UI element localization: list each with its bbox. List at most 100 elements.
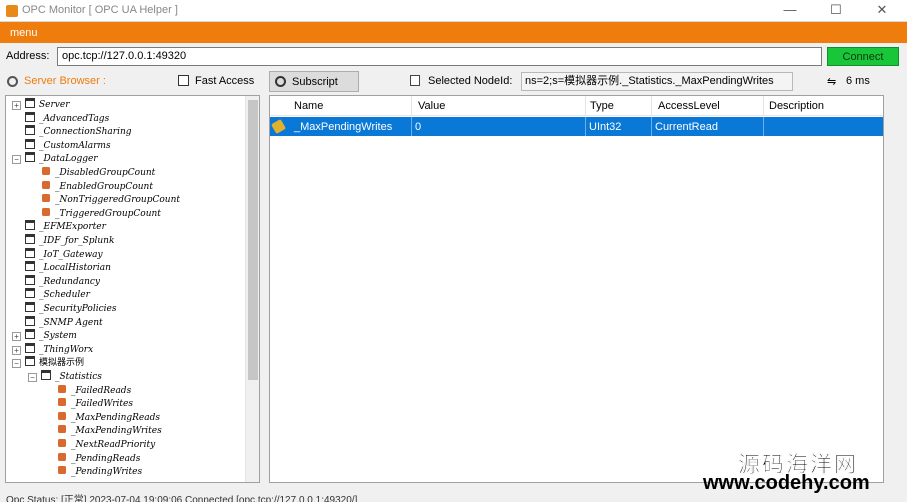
folder-icon (25, 138, 35, 149)
tree-item[interactable]: _PendingReads (44, 452, 140, 465)
tree-item[interactable]: _IDF_for_Splunk (12, 234, 114, 247)
column-header-type[interactable]: Type (590, 100, 614, 112)
tree-item[interactable]: _Redundancy (12, 274, 101, 288)
address-input[interactable]: opc.tcp://127.0.0.1:49320 (57, 47, 822, 66)
expand-toggle-icon[interactable]: − (12, 155, 21, 165)
tag-icon (58, 452, 66, 461)
folder-icon (25, 288, 35, 299)
minimize-button[interactable]: — (767, 0, 813, 22)
column-header-value[interactable]: Value (418, 100, 445, 112)
tree-item[interactable]: − _Statistics (28, 370, 102, 383)
tree-item-label: _Redundancy (39, 276, 101, 287)
tree-item[interactable]: _CustomAlarms (12, 138, 111, 152)
tree-item-label: _SNMP Agent (39, 317, 103, 328)
column-header-accesslevel[interactable]: AccessLevel (658, 100, 720, 112)
cell-divider (585, 117, 586, 136)
folder-icon (25, 356, 35, 367)
expand-toggle-icon[interactable]: − (28, 373, 37, 382)
tree-item[interactable]: + Server (12, 98, 70, 111)
menu-item[interactable]: menu (10, 27, 38, 39)
menu-bar: menu (0, 22, 907, 43)
tree-item-label: _SecurityPolicies (39, 304, 117, 314)
tree-item-label: _TriggeredGroupCount (55, 208, 161, 219)
maximize-button[interactable]: ☐ (813, 0, 859, 22)
tree-item[interactable]: _MaxPendingWrites (44, 424, 162, 437)
tree-item[interactable]: _MaxPendingReads (44, 411, 160, 424)
cell-name: _MaxPendingWrites (294, 121, 393, 133)
tree-item[interactable]: _TriggeredGroupCount (28, 207, 161, 220)
close-button[interactable]: ✕ (859, 0, 905, 22)
expand-toggle-icon[interactable]: + (12, 101, 21, 110)
tree-item[interactable]: _PendingWrites (44, 465, 142, 478)
latency-value: 6 ms (846, 75, 870, 87)
tree-item[interactable]: _SNMP Agent (12, 315, 103, 329)
expand-toggle-icon[interactable]: + (12, 345, 21, 355)
column-divider (585, 96, 586, 115)
tree-item[interactable]: _NonTriggeredGroupCount (28, 193, 180, 206)
expand-toggle-icon[interactable]: + (12, 332, 21, 342)
cell-divider (651, 117, 652, 136)
server-browser-label: Server Browser : (24, 75, 106, 87)
folder-icon (25, 220, 35, 231)
connect-button[interactable]: Connect (827, 47, 899, 66)
title-bar: OPC Monitor [ OPC UA Helper ] — ☐ ✕ (0, 0, 907, 22)
tree-item[interactable]: + _System (12, 329, 77, 342)
tree-item-label: _FailedWrites (71, 399, 133, 410)
tree-item[interactable]: _LocalHistorian (12, 261, 111, 274)
selected-nodeid-field[interactable]: ns=2;s=模拟器示例._Statistics._MaxPendingWrit… (521, 72, 793, 91)
tree-item[interactable]: _ConnectionSharing (12, 125, 132, 138)
tree-item-label: _EFMExporter (39, 222, 106, 233)
tree-item[interactable]: + _ThingWorx (12, 342, 93, 356)
tree-item[interactable]: _Scheduler (12, 288, 90, 301)
cell-divider (763, 117, 764, 136)
column-header-description[interactable]: Description (769, 100, 824, 112)
tree-scrollbar[interactable] (245, 96, 259, 482)
tree-scroll-thumb[interactable] (248, 100, 258, 380)
tree-item-label: _IoT_Gateway (39, 249, 103, 260)
tree-item[interactable]: _EFMExporter (12, 220, 106, 233)
tree-item[interactable]: _IoT_Gateway (12, 247, 103, 261)
copy-icon[interactable] (410, 75, 420, 86)
tree-item[interactable]: − _DataLogger (12, 152, 98, 165)
folder-icon (25, 111, 35, 122)
watermark-url: www.codehy.com (703, 472, 870, 494)
subscript-button[interactable]: Subscript (269, 71, 359, 92)
folder-icon (25, 302, 35, 312)
column-divider (763, 96, 764, 115)
subscription-grid[interactable]: Name Value Type AccessLevel Description … (269, 95, 884, 483)
fast-access-checkbox[interactable] (178, 75, 189, 86)
tree-item-label: _DisabledGroupCount (55, 168, 156, 178)
folder-icon (25, 234, 35, 244)
tree-item[interactable]: _AdvancedTags (12, 111, 109, 125)
fast-access-label[interactable]: Fast Access (195, 75, 254, 87)
tree-item[interactable]: _EnabledGroupCount (28, 180, 153, 193)
folder-icon (25, 261, 35, 272)
column-header-name[interactable]: Name (294, 100, 323, 112)
tree-item[interactable]: _FailedWrites (44, 397, 133, 410)
selected-nodeid-label: Selected NodeId: (428, 75, 513, 87)
tree-item[interactable]: _DisabledGroupCount (28, 166, 155, 179)
tree-item-label: _MaxPendingWrites (71, 426, 162, 437)
status-text: Opc Status: [正常] 2023-07-04 19:09:06 Con… (6, 495, 358, 502)
grid-header: Name Value Type AccessLevel Description (270, 96, 883, 116)
server-tree[interactable]: + Server _AdvancedTags _ConnectionSharing _C… (5, 95, 260, 483)
folder-icon (25, 98, 35, 108)
tree-item-label: _NonTriggeredGroupCount (55, 195, 180, 206)
tree-item[interactable]: _NextReadPriority (44, 438, 155, 451)
tree-item[interactable]: _FailedReads (44, 384, 131, 397)
expand-toggle-icon[interactable]: − (12, 359, 21, 369)
table-row[interactable]: _MaxPendingWrites 0 UInt32 CurrentRead (270, 117, 883, 136)
column-divider (651, 96, 652, 115)
tree-item[interactable]: _SecurityPolicies (12, 302, 116, 315)
tree-item[interactable]: − 模拟器示例 (12, 356, 84, 369)
folder-icon (41, 370, 51, 380)
tag-icon (270, 118, 287, 135)
